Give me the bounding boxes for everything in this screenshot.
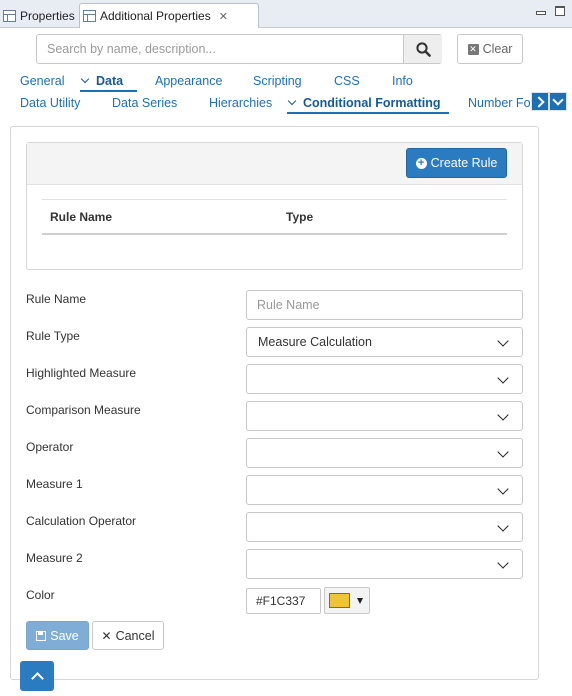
- chevron-down-icon: [80, 74, 90, 84]
- cancel-button[interactable]: ✕ Cancel: [92, 621, 164, 650]
- chevron-down-icon: [497, 483, 509, 495]
- calculation-operator-label: Calculation Operator: [26, 514, 137, 528]
- clear-label: Clear: [482, 42, 513, 56]
- minimize-icon[interactable]: [536, 6, 546, 16]
- view-tab-additional-properties[interactable]: Additional Properties ✕: [79, 3, 259, 28]
- search-input[interactable]: [37, 35, 403, 63]
- clear-button[interactable]: ✕ Clear: [457, 34, 523, 64]
- search-button[interactable]: [403, 35, 442, 63]
- tabs-overflow-menu-button[interactable]: [549, 92, 567, 111]
- tab-scripting[interactable]: Scripting: [253, 74, 302, 92]
- rule-type-label: Rule Type: [26, 329, 80, 343]
- create-rule-button[interactable]: + Create Rule: [406, 148, 507, 178]
- rule-type-value: Measure Calculation: [258, 335, 372, 349]
- rule-name-input[interactable]: [246, 290, 523, 320]
- tab-general[interactable]: General: [20, 74, 64, 92]
- color-hex-input[interactable]: [246, 588, 321, 614]
- tab-data[interactable]: Data: [80, 74, 137, 92]
- chevron-down-icon: [497, 520, 509, 532]
- clear-icon: ✕: [467, 43, 479, 55]
- tab-number-format[interactable]: Number For: [468, 96, 532, 114]
- search-box: [36, 34, 442, 64]
- table-header-divider: [42, 233, 507, 235]
- save-label: Save: [50, 628, 79, 643]
- tab-data-series[interactable]: Data Series: [112, 96, 177, 114]
- comparison-measure-label: Comparison Measure: [26, 403, 141, 417]
- close-icon[interactable]: ✕: [219, 10, 228, 23]
- maximize-icon[interactable]: [555, 6, 565, 16]
- save-disk-icon: [36, 630, 47, 641]
- highlighted-measure-label: Highlighted Measure: [26, 366, 137, 380]
- view-tab-label: Additional Properties: [100, 9, 211, 23]
- save-button[interactable]: Save: [26, 621, 89, 650]
- view-tab-strip: Properties Additional Properties ✕: [0, 0, 572, 28]
- chevron-down-icon: [497, 335, 509, 347]
- scroll-tabs-right-button[interactable]: [531, 92, 549, 111]
- column-header-rule-name[interactable]: Rule Name: [50, 210, 112, 224]
- view-tab-properties[interactable]: Properties: [0, 3, 76, 28]
- tab-info[interactable]: Info: [392, 74, 413, 92]
- tab-css[interactable]: CSS: [334, 74, 360, 92]
- table-divider: [42, 199, 507, 200]
- column-header-type[interactable]: Type: [286, 210, 313, 224]
- rule-name-label: Rule Name: [26, 292, 87, 306]
- color-picker-button[interactable]: [324, 587, 370, 614]
- cancel-label: Cancel: [115, 628, 155, 643]
- chevron-down-icon: [497, 409, 509, 421]
- measure-1-label: Measure 1: [26, 477, 83, 491]
- operator-select[interactable]: [246, 438, 523, 468]
- tab-appearance[interactable]: Appearance: [155, 74, 222, 92]
- tab-conditional-formatting[interactable]: Conditional Formatting: [287, 96, 449, 114]
- measure-2-label: Measure 2: [26, 551, 83, 565]
- search-icon: [415, 41, 431, 57]
- properties-view-icon: [3, 9, 16, 22]
- view-tab-label: Properties: [20, 8, 75, 23]
- color-label: Color: [26, 588, 55, 602]
- cancel-x-icon: ✕: [101, 628, 112, 643]
- highlighted-measure-select[interactable]: [246, 364, 523, 394]
- color-swatch: [329, 593, 350, 608]
- chevron-down-icon: [497, 557, 509, 569]
- scroll-to-top-button[interactable]: [20, 661, 54, 691]
- properties-view-icon: [83, 10, 96, 22]
- operator-label: Operator: [26, 440, 74, 454]
- tab-conditional-formatting-label: Conditional Formatting: [303, 96, 441, 110]
- chevron-down-icon: [287, 96, 297, 106]
- plus-circle-icon: +: [415, 157, 427, 169]
- caret-down-icon: [357, 597, 363, 604]
- rule-type-select[interactable]: Measure Calculation: [246, 327, 523, 357]
- tab-data-utility[interactable]: Data Utility: [20, 96, 80, 114]
- comparison-measure-select[interactable]: [246, 401, 523, 431]
- measure-2-select[interactable]: [246, 549, 523, 579]
- chevron-down-icon: [497, 372, 509, 384]
- tab-data-label: Data: [96, 74, 124, 88]
- create-rule-label: Create Rule: [430, 156, 498, 170]
- tab-hierarchies[interactable]: Hierarchies: [209, 96, 272, 114]
- calculation-operator-select[interactable]: [246, 512, 523, 542]
- measure-1-select[interactable]: [246, 475, 523, 505]
- chevron-down-icon: [497, 446, 509, 458]
